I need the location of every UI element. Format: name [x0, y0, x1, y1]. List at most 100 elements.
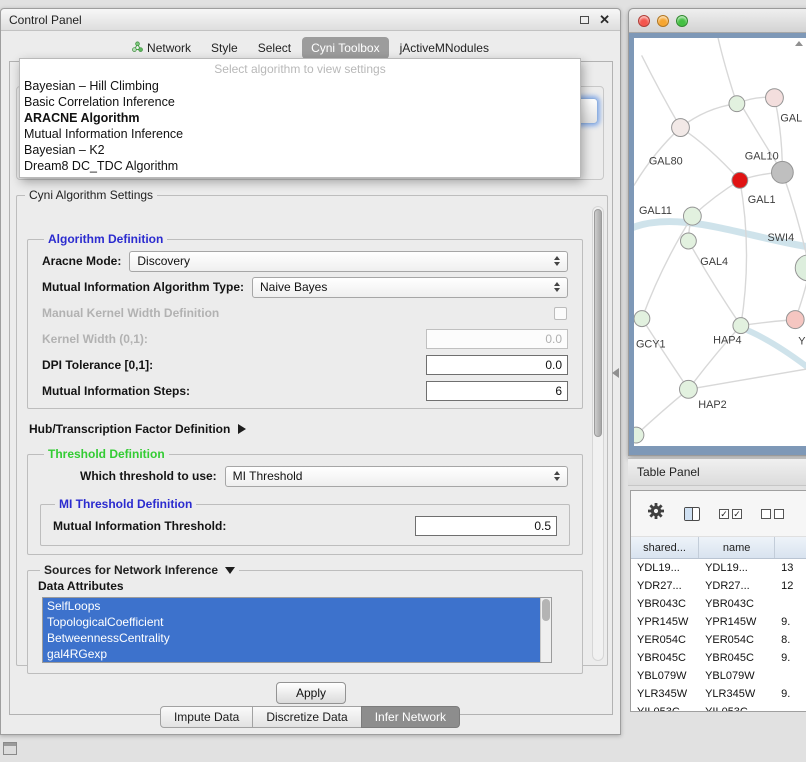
float-window-icon[interactable]: [580, 16, 589, 24]
sources-title[interactable]: Sources for Network Inference: [40, 563, 239, 577]
column-header-item[interactable]: [775, 537, 806, 558]
unchecked-box-icon: [774, 509, 784, 519]
checked-box-icon: [732, 509, 742, 519]
scroll-up-icon[interactable]: [795, 41, 803, 46]
column-layout-icon[interactable]: [684, 507, 700, 521]
combo-arrows-icon: [550, 282, 564, 292]
table-row[interactable]: YBR045CYBR045C9.: [631, 649, 806, 667]
settings-scrollbar[interactable]: [592, 206, 604, 661]
table-panel: shared...name YDL19...YDL19...13YDR27...…: [630, 490, 806, 712]
control-panel-titlebar[interactable]: Control Panel: [1, 9, 620, 31]
mac-close-button[interactable]: [638, 15, 650, 27]
network-node-label: GAL1: [748, 194, 776, 206]
algorithm-definition-group: Algorithm Definition Aracne Mode: Discov…: [27, 232, 583, 409]
network-node[interactable]: [771, 161, 793, 183]
dpi-tolerance-field[interactable]: 0.0: [426, 355, 568, 375]
network-node-label: HAP2: [698, 399, 726, 411]
network-node[interactable]: [795, 255, 806, 281]
tab-select[interactable]: Select: [249, 37, 300, 59]
network-canvas[interactable]: GALGAL80GAL10GAL11GAL1SWI4GAL4GCY1HAP4YH…: [634, 38, 806, 446]
data-attribute-item[interactable]: gal4RGexp: [43, 646, 540, 662]
threshold-type-select[interactable]: MI Threshold: [225, 466, 568, 487]
network-node[interactable]: [733, 318, 749, 334]
table-cell: YER054C: [631, 634, 699, 646]
network-node[interactable]: [683, 207, 701, 225]
table-row[interactable]: YDR27...YDR27...12: [631, 577, 806, 595]
column-header-name[interactable]: name: [699, 537, 775, 558]
table-body: YDL19...YDL19...13YDR27...YDR27...12YBR0…: [631, 559, 806, 712]
aracne-mode-value: Discovery: [137, 254, 550, 268]
tab-cyni-toolbox[interactable]: Cyni Toolbox: [302, 37, 388, 59]
apply-button[interactable]: Apply: [276, 682, 346, 704]
bottom-tab-infer-network[interactable]: Infer Network: [361, 706, 460, 728]
gear-icon[interactable]: [647, 502, 665, 525]
network-node[interactable]: [766, 89, 784, 107]
deselect-all-columns-icon[interactable]: [761, 509, 784, 519]
data-attribute-item[interactable]: SelfLoops: [43, 598, 540, 614]
aracne-mode-select[interactable]: Discovery: [129, 251, 568, 272]
window-title: Control Panel: [9, 13, 580, 27]
mi-steps-field[interactable]: 6: [426, 381, 568, 401]
network-node[interactable]: [680, 380, 698, 398]
network-node-label: GAL80: [649, 155, 683, 167]
mi-threshold-field[interactable]: 0.5: [415, 516, 557, 536]
table-row[interactable]: YLR345WYLR345W9.: [631, 685, 806, 703]
algorithm-option-mutual-information-inference[interactable]: Mutual Information Inference: [20, 126, 580, 142]
list-scrollbar-thumb[interactable]: [542, 599, 550, 621]
network-node-label: GCY1: [636, 338, 666, 350]
network-edge: [688, 366, 806, 389]
data-attributes-list[interactable]: SelfLoopsTopologicalCoefficientBetweenne…: [42, 597, 552, 663]
tab-jactivemnodules[interactable]: jActiveMNodules: [391, 37, 498, 59]
column-header-shared[interactable]: shared...: [631, 537, 699, 558]
threshold-definition-group: Threshold Definition Which threshold to …: [27, 447, 583, 555]
table-row[interactable]: YPR145WYPR145W9.: [631, 613, 806, 631]
close-window-icon[interactable]: [599, 14, 610, 26]
hub-definition-label: Hub/Transcription Factor Definition: [29, 422, 230, 436]
bottom-tab-discretize-data[interactable]: Discretize Data: [252, 706, 361, 728]
network-node[interactable]: [672, 119, 690, 137]
table-row[interactable]: YER054CYER054C8.: [631, 631, 806, 649]
network-node[interactable]: [732, 172, 748, 188]
network-node[interactable]: [634, 311, 650, 327]
algorithm-option-aracne-algorithm[interactable]: ARACNE Algorithm: [20, 110, 580, 126]
combo-arrows-icon: [550, 256, 564, 266]
manual-kernel-checkbox[interactable]: [554, 307, 567, 320]
checked-box-icon: [719, 509, 729, 519]
table-row[interactable]: YIL053CYIL053C: [631, 703, 806, 712]
network-edge: [642, 56, 681, 128]
bottom-tab-impute-data[interactable]: Impute Data: [160, 706, 253, 728]
data-attribute-item[interactable]: TopologicalCoefficient: [43, 614, 540, 630]
mi-type-select[interactable]: Naive Bayes: [252, 277, 568, 298]
table-cell: YBR043C: [631, 598, 699, 610]
mac-minimize-button[interactable]: [657, 15, 669, 27]
combo-arrows-icon: [550, 471, 564, 481]
select-all-columns-icon[interactable]: [719, 509, 742, 519]
algorithm-option-bayesian-k2[interactable]: Bayesian – K2: [20, 142, 580, 158]
docked-panel-icon[interactable]: [3, 742, 17, 755]
table-row[interactable]: YBL079WYBL079W: [631, 667, 806, 685]
tab-style[interactable]: Style: [202, 37, 247, 59]
settings-scrollbar-thumb[interactable]: [594, 209, 602, 437]
tab-label: Network: [147, 41, 191, 55]
list-scrollbar[interactable]: [540, 598, 551, 662]
algorithm-option-basic-correlation-inference[interactable]: Basic Correlation Inference: [20, 94, 580, 110]
table-cell: YLR345W: [631, 688, 699, 700]
dpi-tolerance-row: DPI Tolerance [0,1]: 0.0: [36, 352, 574, 378]
algorithm-option-dream8-dc-tdc-algorithm[interactable]: Dream8 DC_TDC Algorithm: [20, 158, 580, 174]
table-row[interactable]: YDL19...YDL19...13: [631, 559, 806, 577]
network-node[interactable]: [680, 233, 696, 249]
mac-zoom-button[interactable]: [676, 15, 688, 27]
data-attribute-item[interactable]: BetweennessCentrality: [43, 630, 540, 646]
panel-collapse-arrow[interactable]: [612, 368, 619, 378]
table-row[interactable]: YBR043CYBR043C: [631, 595, 806, 613]
mi-threshold-label: Mutual Information Threshold:: [53, 519, 226, 533]
network-edge: [718, 38, 737, 104]
cyni-algorithm-settings-group: Cyni Algorithm Settings Algorithm Defini…: [16, 188, 608, 666]
algorithm-option-bayesian-hill-climbing[interactable]: Bayesian – Hill Climbing: [20, 78, 580, 94]
network-node[interactable]: [729, 96, 745, 112]
tab-network[interactable]: Network: [123, 37, 200, 59]
network-node[interactable]: [786, 311, 804, 329]
network-window-titlebar[interactable]: [629, 9, 806, 33]
table-header-row: shared...name: [631, 537, 806, 559]
hub-definition-expander[interactable]: Hub/Transcription Factor Definition: [29, 417, 583, 441]
